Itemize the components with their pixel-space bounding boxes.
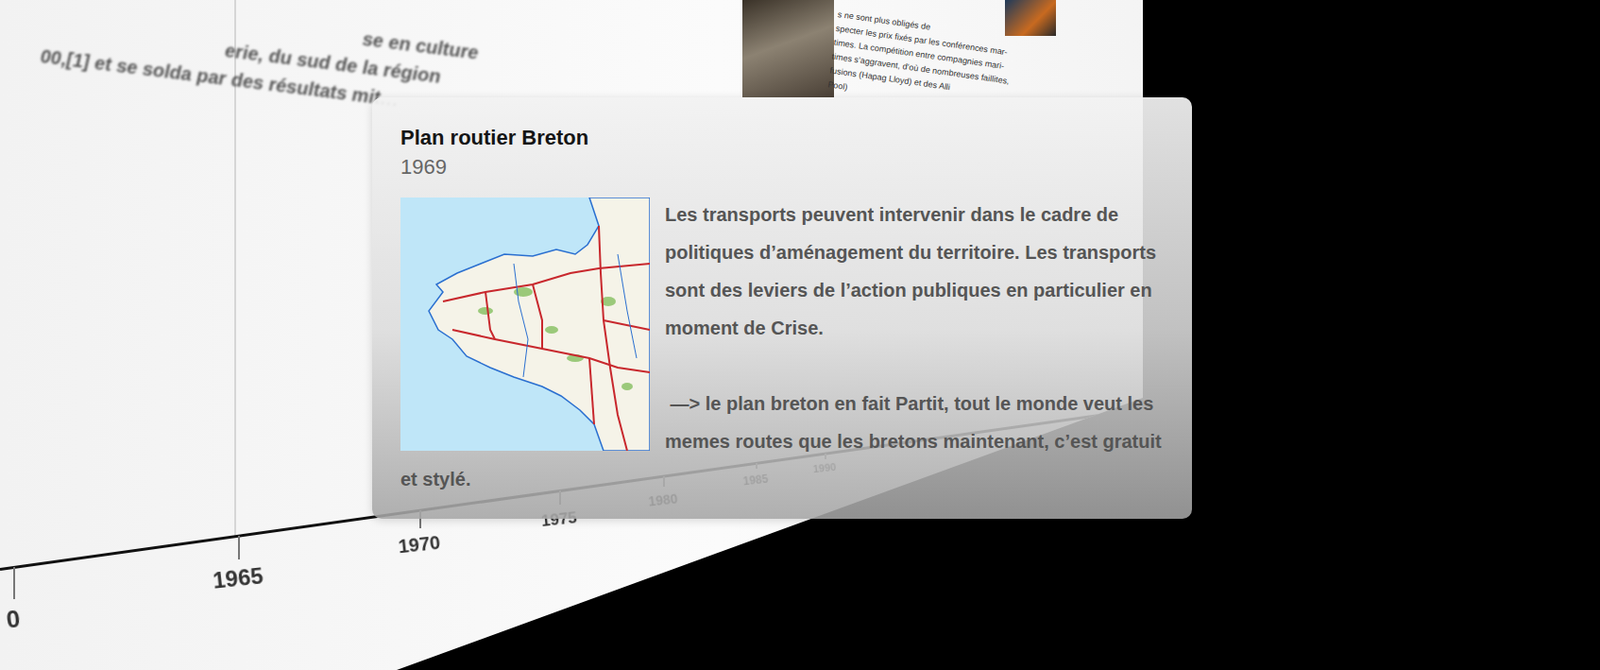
axis-tick-label: 1965 [211,561,265,594]
event-tooltip[interactable]: Plan routier Breton1969 Les transports pe… [372,97,1192,519]
background-photo [1004,0,1056,36]
axis-tick-label: 0 [4,603,22,634]
axis-tick-mark [13,566,16,599]
background-photo [742,0,835,98]
axis-tick-mark [238,535,240,560]
tooltip-body: Les transports peuvent intervenir dans l… [400,195,1164,498]
map-image [400,197,650,451]
tooltip-title: Plan routier Breton [400,123,1164,153]
axis-tick-label: 1970 [397,531,443,559]
tooltip-date: 1969 [400,152,1164,183]
timeline-stage: se en cultureerie, du sud de la région00… [0,0,1600,670]
